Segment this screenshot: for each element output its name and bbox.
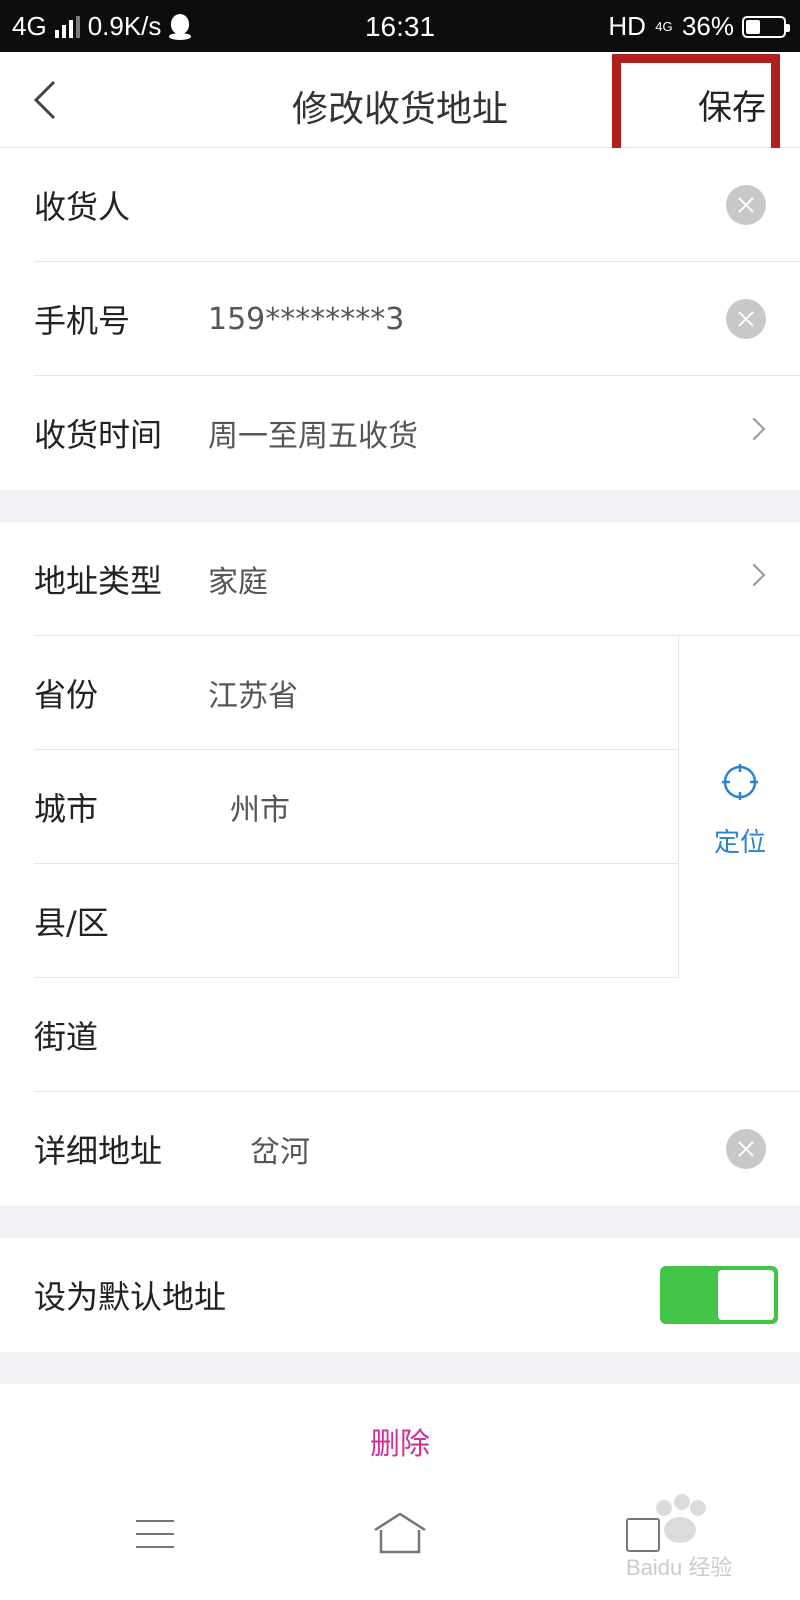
street-label: 街道 <box>34 1018 99 1056</box>
watermark-text: Baidu 经验 <box>626 1555 733 1580</box>
district-row[interactable]: 县/区 <box>0 864 678 978</box>
recipient-row[interactable]: 收货人 <box>0 148 800 262</box>
clear-icon[interactable] <box>726 1129 766 1169</box>
hd-label: HD <box>608 11 646 41</box>
region-block: 省份 江苏省 城市 州市 县/区 定位 <box>0 636 800 978</box>
phone-label: 手机号 <box>34 302 131 340</box>
network-small: 4G <box>655 18 673 34</box>
default-address-toggle[interactable] <box>660 1266 778 1324</box>
crosshair-icon <box>722 764 758 800</box>
default-address-row: 设为默认地址 <box>0 1238 800 1352</box>
chevron-right-icon <box>742 563 766 587</box>
province-label: 省份 <box>34 676 99 714</box>
city-label: 城市 <box>34 790 99 828</box>
home-icon[interactable] <box>373 1510 427 1556</box>
chevron-right-icon <box>742 417 766 441</box>
delivery-time-value: 周一至周五收货 <box>208 419 418 454</box>
address-type-value: 家庭 <box>208 565 268 600</box>
detail-address-label: 详细地址 <box>34 1132 163 1170</box>
status-right: HD 4G 36% <box>608 11 790 42</box>
clear-icon[interactable] <box>726 299 766 339</box>
default-group: 设为默认地址 <box>0 1238 800 1352</box>
phone-row[interactable]: 手机号 159********3 <box>0 262 800 376</box>
district-label: 县/区 <box>34 904 109 942</box>
city-row[interactable]: 城市 州市 <box>0 750 678 864</box>
menu-icon[interactable] <box>136 1520 174 1550</box>
province-row[interactable]: 省份 江苏省 <box>0 636 678 750</box>
locate-button[interactable]: 定位 <box>678 636 800 978</box>
section-divider <box>0 1206 800 1238</box>
address-group: 地址类型 家庭 省份 江苏省 城市 州市 县/区 定位 街道 详细地址 岔河 <box>0 522 800 1206</box>
section-divider <box>0 490 800 522</box>
status-bar: 4G 0.9K/s 16:31 HD 4G 36% <box>0 0 800 52</box>
address-type-label: 地址类型 <box>34 562 163 600</box>
contact-group: 收货人 手机号 159********3 收货时间 周一至周五收货 <box>0 148 800 490</box>
clear-icon[interactable] <box>726 185 766 225</box>
delete-button[interactable]: 删除 <box>0 1410 800 1480</box>
detail-address-input[interactable]: 岔河 <box>208 1127 310 1171</box>
battery-percent: 36% <box>681 11 734 41</box>
battery-icon <box>742 15 790 38</box>
section-divider <box>0 1352 800 1384</box>
province-value: 江苏省 <box>208 679 298 714</box>
delivery-time-row[interactable]: 收货时间 周一至周五收货 <box>0 376 800 490</box>
address-type-row[interactable]: 地址类型 家庭 <box>0 522 800 636</box>
street-row[interactable]: 街道 <box>0 978 800 1092</box>
detail-address-row[interactable]: 详细地址 岔河 <box>0 1092 800 1206</box>
locate-label: 定位 <box>713 828 766 858</box>
recipient-label: 收货人 <box>34 188 131 226</box>
delivery-time-label: 收货时间 <box>34 416 163 454</box>
phone-input[interactable]: 159********3 <box>208 302 404 337</box>
city-value: 州市 <box>230 793 290 828</box>
default-address-label: 设为默认地址 <box>34 1278 227 1316</box>
